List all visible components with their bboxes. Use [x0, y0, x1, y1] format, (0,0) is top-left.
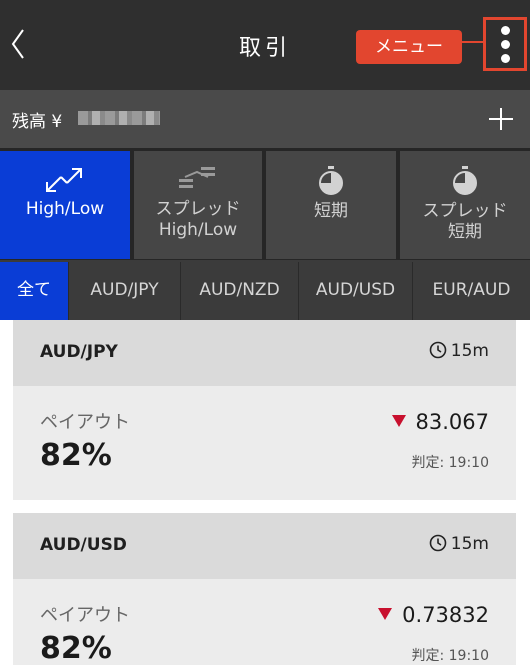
down-arrow-icon: [391, 415, 406, 427]
trade-type-label: スプレッド: [155, 199, 241, 219]
menu-dot: [501, 26, 510, 35]
duration: 15m: [429, 341, 489, 361]
rate: 83.067: [391, 410, 489, 434]
trade-card[interactable]: AUD/USD 15m ペイアウト 82% 0.73832 判定: 19:10: [13, 513, 516, 665]
rate: 0.73832: [378, 603, 489, 627]
card-header: AUD/USD 15m: [13, 513, 516, 579]
currency-pair: AUD/JPY: [40, 342, 118, 362]
menu-dot: [501, 54, 510, 63]
trade-list: AUD/JPY 15m ペイアウト 82% 83.067 判定: 19:10 A…: [0, 320, 530, 665]
trade-type-sublabel: High/Low: [158, 220, 238, 240]
clock-icon: [429, 534, 447, 552]
timer-icon: [319, 166, 343, 195]
app-header: 取引 メニュー: [0, 0, 530, 90]
tab-all[interactable]: 全て: [0, 262, 68, 320]
judge-time: 判定: 19:10: [411, 648, 489, 664]
tab-eur-aud[interactable]: EUR/AUD: [412, 262, 530, 320]
payout-label: ペイアウト: [40, 605, 130, 626]
duration: 15m: [429, 534, 489, 554]
payout-value: 82%: [40, 438, 112, 473]
trade-type-short-term[interactable]: 短期: [266, 151, 396, 259]
card-body: ペイアウト 82% 0.73832 判定: 19:10: [13, 579, 516, 665]
high-low-arrows-icon: [46, 168, 82, 192]
tab-aud-jpy[interactable]: AUD/JPY: [68, 262, 180, 320]
trade-card[interactable]: AUD/JPY 15m ペイアウト 82% 83.067 判定: 19:10: [13, 320, 516, 500]
payout-label: ペイアウト: [40, 412, 130, 433]
trade-type-sublabel: 短期: [448, 222, 482, 242]
card-header: AUD/JPY 15m: [13, 320, 516, 386]
more-vertical-icon[interactable]: [483, 17, 527, 71]
timer-icon: [453, 166, 477, 195]
currency-pair: AUD/USD: [40, 535, 127, 555]
balance-label: 残高 ¥: [12, 112, 63, 132]
trade-type-spread-high-low[interactable]: スプレッド High/Low: [134, 151, 262, 259]
trade-type-spread-short-term[interactable]: スプレッド 短期: [400, 151, 530, 259]
menu-callout: メニュー: [356, 30, 462, 64]
trade-type-selector: High/Low スプレッド High/Low 短期 スプレッド 短期: [0, 148, 530, 260]
trade-type-label: 短期: [314, 201, 348, 221]
rate-value: 0.73832: [402, 603, 489, 627]
rate-value: 83.067: [415, 410, 489, 434]
trade-type-label: スプレッド: [422, 201, 508, 221]
currency-tabs: 全て AUD/JPY AUD/NZD AUD/USD EUR/AUD: [0, 260, 530, 320]
trade-type-high-low[interactable]: High/Low: [0, 151, 130, 259]
duration-value: 15m: [450, 534, 489, 554]
payout-value: 82%: [40, 631, 112, 665]
tab-aud-nzd[interactable]: AUD/NZD: [180, 262, 298, 320]
card-body: ペイアウト 82% 83.067 判定: 19:10: [13, 386, 516, 500]
clock-icon: [429, 341, 447, 359]
spread-bars-icon: [179, 167, 215, 188]
down-arrow-icon: [378, 608, 393, 620]
duration-value: 15m: [450, 341, 489, 361]
menu-dot: [501, 40, 510, 49]
trade-type-label: High/Low: [25, 199, 105, 219]
menu-callout-pointer: [461, 41, 483, 43]
judge-time: 判定: 19:10: [411, 455, 489, 471]
balance-amount-redacted: [78, 111, 160, 125]
tab-aud-usd[interactable]: AUD/USD: [298, 262, 412, 320]
balance-bar: 残高 ¥: [0, 90, 530, 148]
plus-icon[interactable]: [488, 102, 514, 134]
